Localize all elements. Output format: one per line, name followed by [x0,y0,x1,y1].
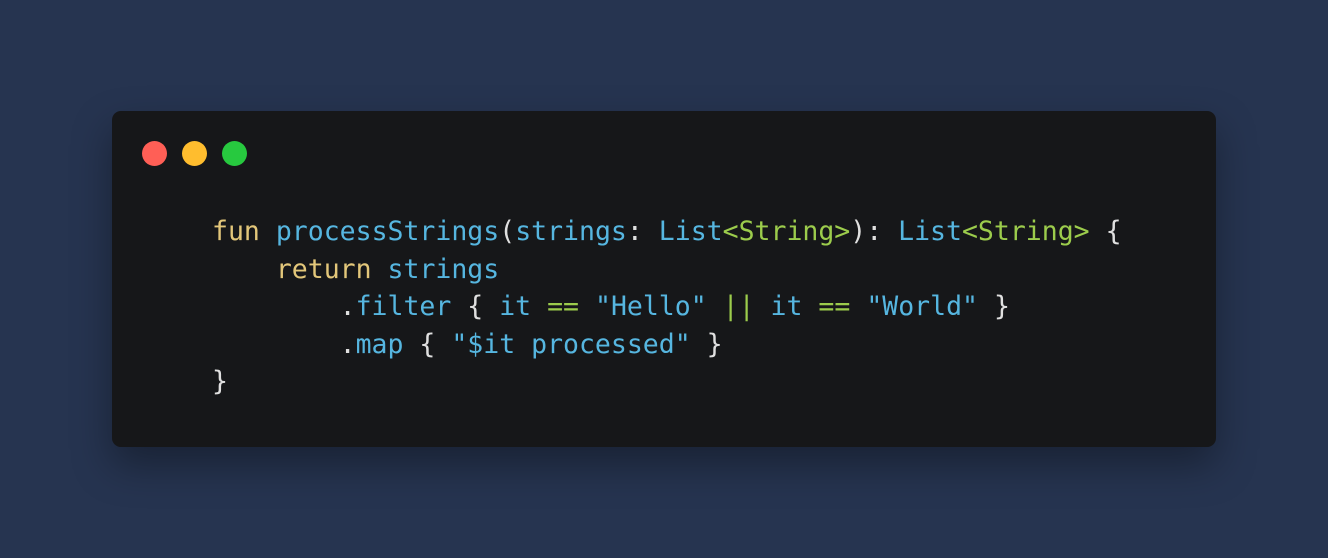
code-line: .map { "$it processed" } [212,326,1122,364]
code-block: fun processStrings(strings: List<String>… [212,213,1122,401]
code-token-op: == [818,291,851,322]
code-line: } [212,363,1122,401]
code-line: return strings [212,251,1122,289]
code-token-param: strings [515,216,627,247]
code-token-punct: ( [499,216,516,247]
code-token-punct: { [451,291,500,322]
code-token-punct: ): [850,216,899,247]
code-line: fun processStrings(strings: List<String>… [212,213,1122,251]
code-token-string: "Hello" [594,291,707,322]
zoom-window-button[interactable] [222,141,247,166]
code-token-punct [372,254,388,285]
code-token-param: it [770,291,803,322]
code-token-param: strings [387,253,500,285]
code-token-punct: } [690,328,723,360]
code-token-punct [579,291,595,322]
code-token-punct: : [626,216,659,247]
code-token-fn: map [355,328,404,360]
code-token-string: "World" [866,291,978,322]
code-token-fn: processStrings [275,216,500,247]
code-token-punct: } [212,366,228,397]
code-token-param: it [499,291,532,322]
code-token-punct: . [212,328,356,360]
code-token-punct [850,291,866,322]
code-token-op: == [547,291,580,322]
code-token-punct [531,291,547,322]
code-line: .filter { it == "Hello" || it == "World"… [212,288,1122,326]
code-token-string: "$it processed" [451,328,691,360]
code-token-op: || [722,291,755,322]
code-token-keyword: return [275,253,372,285]
code-token-punct: } [978,291,1010,322]
code-token-generic: <String> [722,216,851,247]
code-token-punct: { [403,328,452,360]
code-token-punct: . [212,291,356,322]
code-token-type: List [658,216,723,247]
code-token-punct [707,291,723,322]
code-token-punct [802,291,818,322]
close-window-button[interactable] [142,141,167,166]
code-token-generic: <String> [961,216,1090,247]
code-token-punct [755,291,771,322]
code-window: fun processStrings(strings: List<String>… [112,111,1216,447]
minimize-window-button[interactable] [182,141,207,166]
code-token-keyword: fun [212,216,260,247]
code-token-fn: filter [355,291,452,322]
code-token-punct [260,216,276,247]
code-token-punct [212,254,276,285]
code-token-punct: { [1089,216,1122,247]
code-token-type: List [898,216,962,247]
